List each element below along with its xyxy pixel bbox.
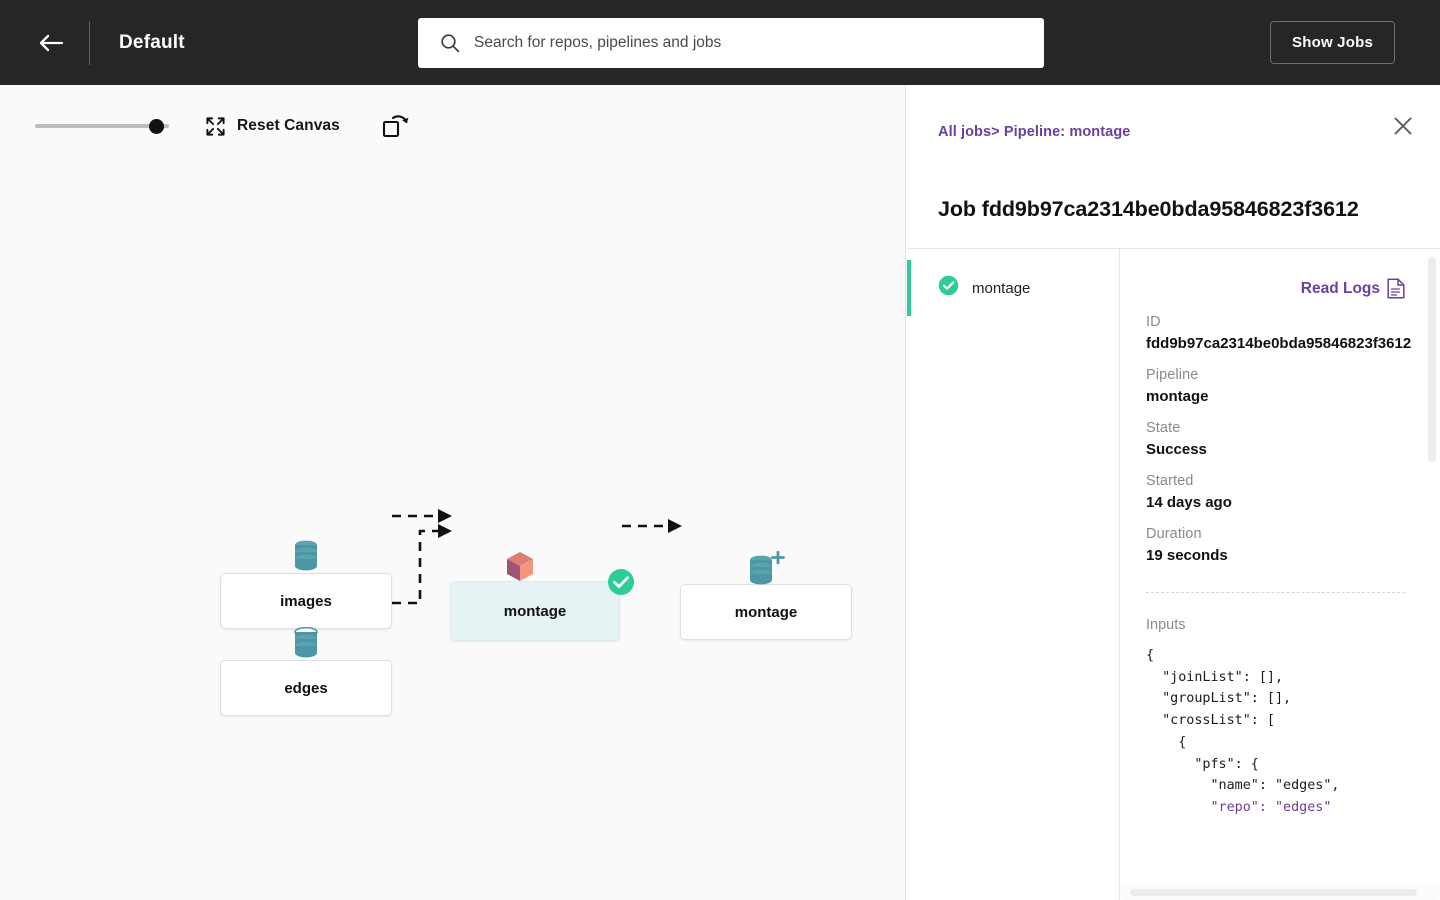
json-line: { bbox=[1146, 734, 1187, 750]
search-bar[interactable] bbox=[418, 18, 1044, 68]
json-line: "name": "edges", bbox=[1146, 778, 1340, 794]
field-started: Started 14 days ago bbox=[1146, 473, 1418, 511]
json-line: "pfs": { bbox=[1146, 756, 1259, 772]
panel-vertical-scrollbar[interactable] bbox=[1428, 257, 1436, 462]
check-circle-icon bbox=[607, 568, 635, 600]
json-line: { bbox=[1146, 648, 1155, 663]
document-icon bbox=[1387, 278, 1405, 299]
dag-node-label: montage bbox=[734, 603, 798, 621]
search-icon bbox=[440, 33, 460, 53]
json-line: "repo": "edges" bbox=[1146, 799, 1332, 815]
field-label: Started bbox=[1146, 473, 1194, 489]
database-icon bbox=[293, 540, 320, 576]
dag-node-montage-repo[interactable]: montage bbox=[680, 550, 852, 640]
inputs-label: Inputs bbox=[1146, 617, 1186, 633]
field-duration: Duration 19 seconds bbox=[1146, 526, 1418, 564]
read-logs-button[interactable]: Read Logs bbox=[1146, 278, 1405, 299]
field-value: fdd9b97ca2314be0bda95846823f3612 bbox=[1146, 335, 1412, 352]
header-divider bbox=[89, 20, 90, 65]
breadcrumb[interactable]: All jobs> Pipeline: montage bbox=[938, 124, 1130, 140]
dag-node-montage-pipeline[interactable]: montage bbox=[450, 552, 634, 641]
arrow-left-icon bbox=[39, 34, 64, 51]
search-input[interactable] bbox=[474, 23, 1004, 63]
top-bar: Default Show Jobs bbox=[0, 0, 1440, 85]
field-label: ID bbox=[1146, 314, 1161, 330]
dag-node-label: montage bbox=[503, 602, 567, 620]
job-list-item-montage[interactable]: montage bbox=[907, 260, 1119, 316]
field-value: Success bbox=[1146, 441, 1207, 458]
database-plus-icon bbox=[746, 550, 786, 589]
dag-node-label: edges bbox=[284, 679, 328, 697]
panel-body: montage Read Logs ID fdd9b97ca2314be0bda… bbox=[907, 248, 1440, 900]
dag-edges bbox=[392, 509, 682, 605]
page-title: Job fdd9b97ca2314be0bda95846823f3612 bbox=[938, 197, 1359, 221]
job-list: montage bbox=[907, 249, 1120, 900]
field-label: Duration bbox=[1146, 526, 1202, 542]
dag-node-label: images bbox=[280, 592, 332, 610]
breadcrumb-separator: > bbox=[991, 124, 1000, 140]
close-panel-button[interactable] bbox=[1387, 110, 1419, 142]
horizontal-scrollbar-thumb[interactable] bbox=[1130, 889, 1417, 896]
pipeline-canvas[interactable]: Reset Canvas images edges montage montag… bbox=[0, 85, 906, 900]
field-value: montage bbox=[1146, 388, 1209, 405]
field-pipeline: Pipeline montage bbox=[1146, 367, 1418, 405]
dag-node-edges[interactable]: edges bbox=[220, 626, 392, 716]
read-logs-label: Read Logs bbox=[1300, 279, 1380, 297]
database-icon bbox=[293, 626, 320, 663]
panel-horizontal-scrollbar[interactable] bbox=[1120, 886, 1440, 900]
show-jobs-button[interactable]: Show Jobs bbox=[1270, 21, 1395, 64]
field-value: 19 seconds bbox=[1146, 547, 1228, 564]
breadcrumb-current[interactable]: Pipeline: montage bbox=[1004, 124, 1131, 140]
cube-icon bbox=[503, 550, 537, 590]
app-title: Default bbox=[119, 31, 185, 53]
job-detail-pane: Read Logs ID fdd9b97ca2314be0bda95846823… bbox=[1120, 249, 1440, 900]
field-state: State Success bbox=[1146, 420, 1418, 458]
breadcrumb-all-jobs[interactable]: All jobs bbox=[938, 124, 991, 140]
dag-node-images[interactable]: images bbox=[220, 540, 392, 629]
field-id: ID fdd9b97ca2314be0bda95846823f3612 bbox=[1146, 314, 1418, 352]
job-list-item-label: montage bbox=[972, 279, 1031, 297]
json-line: "crossList": [ bbox=[1146, 713, 1275, 729]
back-button[interactable] bbox=[29, 21, 73, 65]
close-icon bbox=[1394, 117, 1412, 135]
field-value: 14 days ago bbox=[1146, 494, 1232, 511]
inputs-json: { "joinList": [], "groupList": [], "cros… bbox=[1146, 645, 1418, 819]
field-label: Pipeline bbox=[1146, 367, 1199, 383]
json-line: "joinList": [], bbox=[1146, 669, 1284, 685]
json-line: "groupList": [], bbox=[1146, 691, 1292, 707]
field-label: State bbox=[1146, 420, 1181, 436]
check-circle-icon bbox=[938, 275, 959, 301]
job-details-panel: All jobs> Pipeline: montage Job fdd9b97c… bbox=[907, 85, 1440, 900]
selected-accent-bar bbox=[907, 260, 911, 316]
section-divider bbox=[1146, 592, 1405, 593]
